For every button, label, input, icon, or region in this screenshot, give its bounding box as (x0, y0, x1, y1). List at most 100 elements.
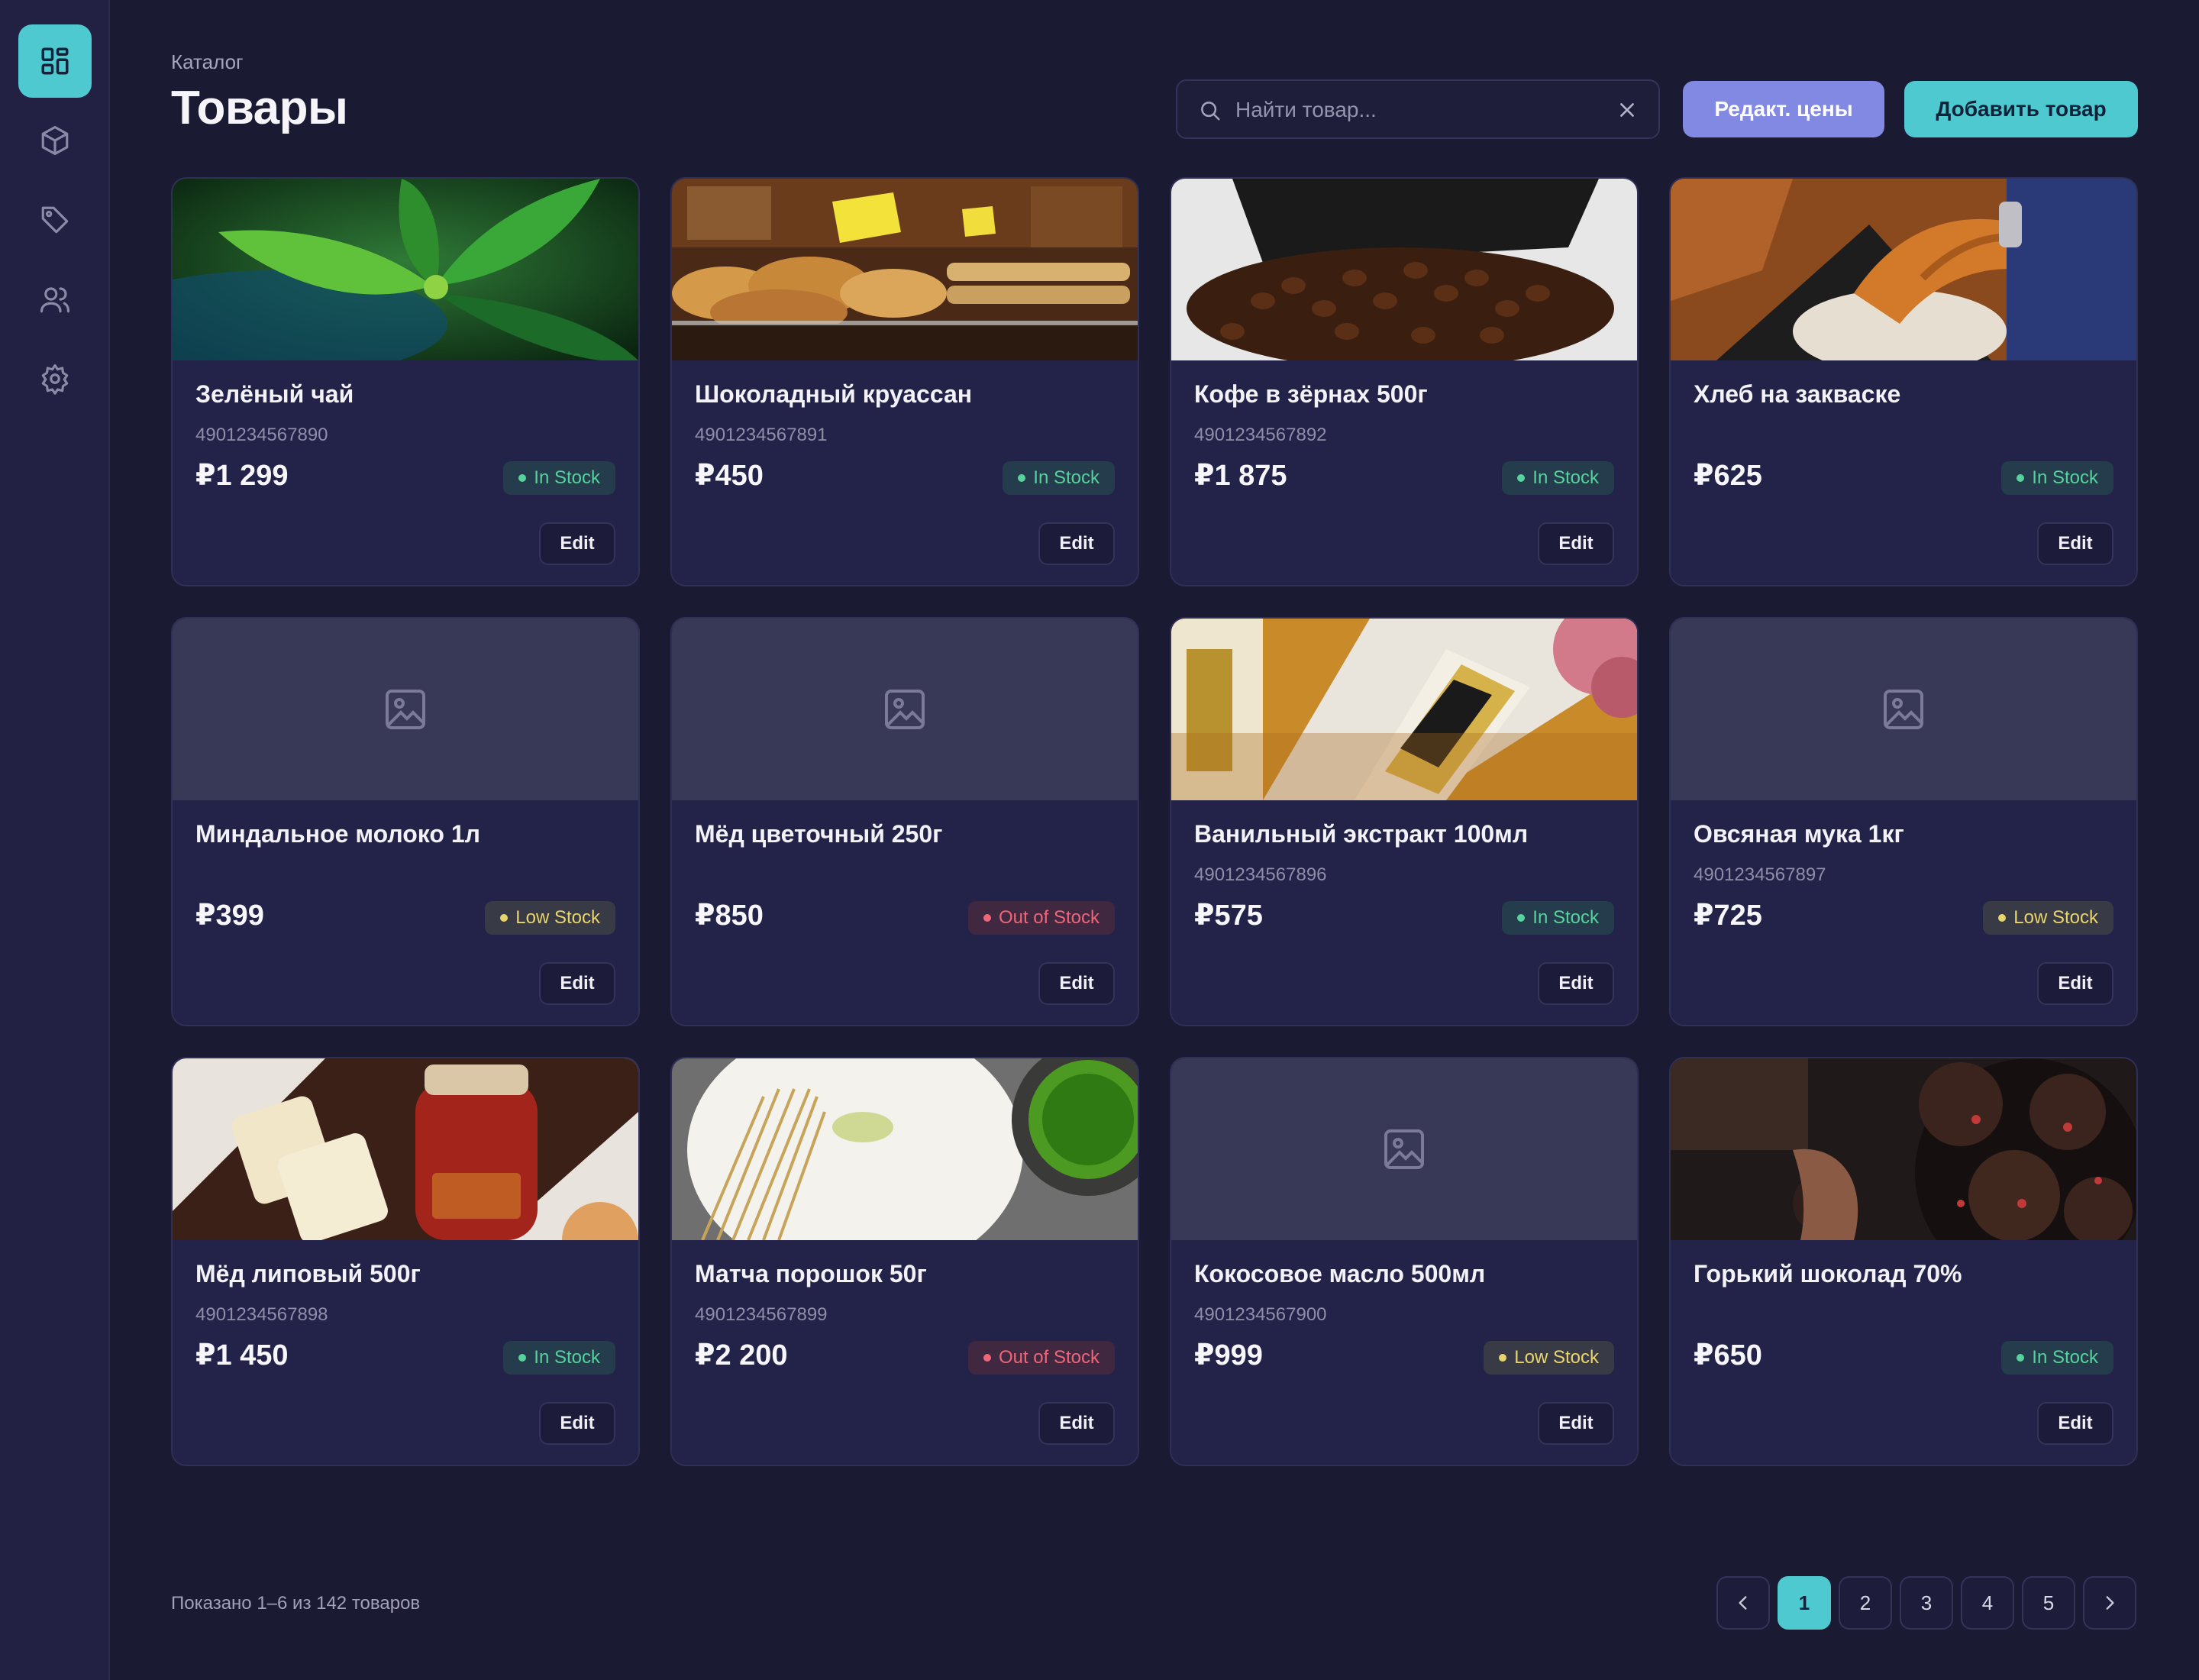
sidebar-item-settings[interactable] (18, 342, 92, 415)
tag-icon (41, 206, 69, 234)
product-image (1671, 179, 2136, 360)
status-label: Low Stock (1514, 1347, 1599, 1368)
product-price: ₽399 (195, 900, 264, 932)
main-content: Каталог Товары Редакт. цены Добавить тов… (110, 0, 2199, 1680)
status-badge: Out of Stock (967, 1341, 1115, 1375)
status-badge: Low Stock (1484, 1341, 1614, 1375)
next-page-button[interactable] (2083, 1576, 2136, 1630)
status-badge: In Stock (1502, 901, 1614, 935)
status-dot (500, 914, 509, 922)
edit-product-button[interactable]: Edit (1538, 522, 1614, 565)
status-dot (2017, 1354, 2025, 1362)
product-price: ₽850 (695, 900, 764, 932)
edit-product-button[interactable]: Edit (539, 522, 615, 565)
product-card[interactable]: Хлеб на закваске ₽625 In Stock Edit (1669, 177, 2138, 586)
product-name: Овсяная мука 1кг (1694, 820, 1904, 848)
product-card[interactable]: Кокосовое масло 500мл 4901234567900 ₽999… (1170, 1057, 1639, 1466)
edit-product-button[interactable]: Edit (2037, 522, 2113, 565)
product-name: Матча порошок 50г (695, 1260, 927, 1287)
product-card[interactable]: Зелёный чай 4901234567890 ₽1 299 In Stoc… (171, 177, 640, 586)
page-button-3[interactable]: 3 (1900, 1576, 1953, 1630)
product-image (1171, 619, 1637, 800)
status-dot (983, 914, 991, 922)
dashboard-icon (41, 47, 69, 75)
product-card[interactable]: Ванильный экстракт 100мл 4901234567896 ₽… (1170, 617, 1639, 1026)
product-card[interactable]: Мёд цветочный 250г ₽850 Out of Stock Edi… (670, 617, 1139, 1026)
product-price: ₽575 (1194, 900, 1263, 932)
page-button-1[interactable]: 1 (1778, 1576, 1831, 1630)
status-dot (518, 1354, 527, 1362)
edit-product-button[interactable]: Edit (1038, 1402, 1115, 1445)
edit-product-button[interactable]: Edit (2037, 1402, 2113, 1445)
status-label: In Stock (1532, 907, 1599, 928)
status-label: In Stock (2032, 467, 2098, 488)
product-price: ₽725 (1694, 900, 1762, 932)
prev-page-button[interactable] (1716, 1576, 1770, 1630)
page-button-5[interactable]: 5 (2022, 1576, 2075, 1630)
page-button-2[interactable]: 2 (1839, 1576, 1892, 1630)
sidebar-item-users[interactable] (18, 263, 92, 336)
product-name: Мёд липовый 500г (195, 1260, 421, 1287)
product-name: Кофе в зёрнах 500г (1194, 380, 1428, 408)
search-icon (1201, 102, 1220, 121)
product-image (672, 179, 1138, 360)
product-name: Хлеб на закваске (1694, 380, 1901, 408)
product-image (1171, 1058, 1637, 1240)
edit-product-button[interactable]: Edit (1538, 962, 1614, 1005)
product-name: Зелёный чай (195, 380, 354, 408)
product-name: Горький шоколад 70% (1694, 1260, 1962, 1287)
status-badge: In Stock (503, 1341, 615, 1375)
edit-product-button[interactable]: Edit (539, 1402, 615, 1445)
status-label: In Stock (1532, 467, 1599, 488)
edit-product-button[interactable]: Edit (1038, 962, 1115, 1005)
sidebar-item-dashboard[interactable] (18, 24, 92, 98)
status-label: In Stock (534, 467, 600, 488)
page-title: Товары (171, 82, 348, 134)
product-price: ₽1 450 (195, 1339, 289, 1371)
edit-product-button[interactable]: Edit (539, 962, 615, 1005)
breadcrumb[interactable]: Каталог (171, 50, 244, 74)
product-card[interactable]: Шоколадный круассан 4901234567891 ₽450 I… (670, 177, 1139, 586)
product-sku: 4901234567900 (1194, 1304, 1327, 1325)
status-dot (1018, 474, 1026, 482)
status-dot (1499, 1354, 1507, 1362)
product-price: ₽2 200 (695, 1339, 788, 1371)
product-card[interactable]: Кофе в зёрнах 500г 4901234567892 ₽1 875 … (1170, 177, 1639, 586)
chevron-right-icon (2106, 1596, 2114, 1610)
edit-product-button[interactable]: Edit (1538, 1402, 1614, 1445)
sidebar-item-tags[interactable] (18, 183, 92, 257)
product-card[interactable]: Овсяная мука 1кг 4901234567897 ₽725 Low … (1669, 617, 2138, 1026)
product-image (173, 179, 638, 360)
add-product-button[interactable]: Добавить товар (1904, 81, 2138, 137)
edit-product-button[interactable]: Edit (1038, 522, 1115, 565)
status-dot (518, 474, 527, 482)
page-button-4[interactable]: 4 (1961, 1576, 2014, 1630)
product-card[interactable]: Мёд липовый 500г 4901234567898 ₽1 450 In… (171, 1057, 640, 1466)
product-card[interactable]: Горький шоколад 70% ₽650 In Stock Edit (1669, 1057, 2138, 1466)
users-icon (40, 287, 70, 313)
status-label: Low Stock (515, 907, 600, 928)
product-price: ₽650 (1694, 1339, 1762, 1371)
product-sku: 4901234567899 (695, 1304, 828, 1325)
clear-search-icon[interactable] (1617, 100, 1637, 120)
status-badge: Low Stock (485, 901, 615, 935)
product-price: ₽625 (1694, 460, 1762, 492)
status-dot (2017, 474, 2025, 482)
product-image (1671, 1058, 2136, 1240)
product-card[interactable]: Миндальное молоко 1л ₽399 Low Stock Edit (171, 617, 640, 1026)
search-input[interactable] (1234, 81, 1596, 139)
edit-prices-button[interactable]: Редакт. цены (1683, 81, 1884, 137)
chevron-left-icon (1739, 1596, 1747, 1610)
product-name: Кокосовое масло 500мл (1194, 1260, 1486, 1287)
edit-product-button[interactable]: Edit (2037, 962, 2113, 1005)
status-badge: In Stock (2001, 461, 2113, 495)
status-label: In Stock (534, 1347, 600, 1368)
product-sku: 4901234567896 (1194, 864, 1327, 885)
product-price: ₽1 299 (195, 460, 289, 492)
search-box (1176, 79, 1660, 139)
status-label: In Stock (1033, 467, 1100, 488)
product-image (1171, 179, 1637, 360)
product-card[interactable]: Матча порошок 50г 4901234567899 ₽2 200 O… (670, 1057, 1139, 1466)
status-dot (1517, 474, 1526, 482)
sidebar-item-products[interactable] (18, 104, 92, 177)
